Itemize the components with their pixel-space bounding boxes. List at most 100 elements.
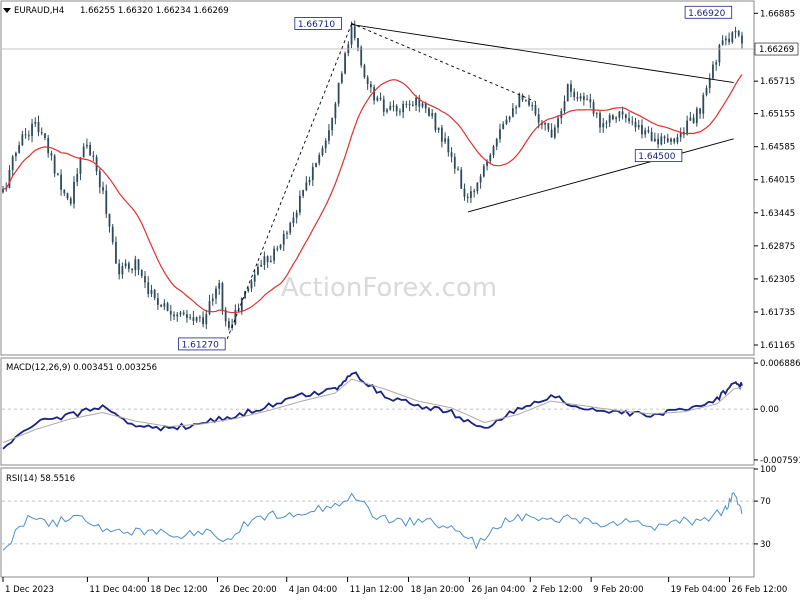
candle-body — [31, 123, 33, 137]
candle-body — [357, 38, 359, 48]
candle-body — [589, 99, 592, 103]
candle-body — [447, 138, 450, 153]
candle-body — [399, 111, 401, 113]
candle-body — [202, 317, 204, 325]
candle-body — [134, 259, 137, 271]
candle-body — [728, 38, 730, 43]
watermark: ActionForex.com — [281, 273, 497, 303]
price-annotation-label: 1.61270 — [182, 340, 219, 350]
candle-body — [537, 114, 540, 123]
candle-body — [660, 136, 663, 145]
candle-body — [253, 274, 256, 282]
candle-body — [308, 180, 311, 183]
candle-body — [421, 103, 424, 107]
candle-body — [615, 117, 618, 120]
candle-body — [453, 156, 456, 169]
candle-body — [292, 217, 295, 224]
candle-body — [344, 53, 346, 74]
candle-body — [156, 298, 159, 305]
candle-body — [699, 108, 701, 114]
candle-body — [315, 163, 317, 167]
time-tick-label: 26 Dec 20:00 — [220, 585, 277, 595]
candle-body — [505, 119, 508, 124]
candle-body — [160, 304, 163, 307]
candle-body — [389, 105, 392, 110]
candle-body — [302, 190, 305, 196]
price-annotation-label: 1.66710 — [298, 20, 335, 30]
price-tick-label: 1.61165 — [760, 341, 795, 351]
candle-body — [60, 174, 62, 190]
candle-body — [69, 198, 72, 204]
candle-body — [489, 155, 492, 162]
candle-body — [434, 113, 437, 131]
candle-body — [366, 77, 369, 85]
candle-body — [289, 223, 292, 233]
candle-body — [670, 138, 672, 142]
candle-body — [208, 301, 211, 315]
candle-body — [511, 108, 514, 117]
price-annotation-label: 1.64500 — [638, 152, 675, 162]
candle-body — [115, 242, 117, 264]
candle-body — [56, 173, 59, 175]
candle-body — [673, 138, 676, 143]
current-price-label: 1.66269 — [759, 45, 794, 55]
candle-body — [353, 26, 356, 39]
candle-body — [721, 40, 724, 45]
candle-body — [624, 114, 627, 119]
candle-body — [150, 289, 153, 294]
candle-body — [631, 121, 634, 123]
candle-body — [221, 283, 224, 310]
macd-title: MACD(12,26,9) 0.003451 0.003256 — [6, 363, 157, 373]
candle-body — [53, 155, 56, 174]
candle-body — [440, 127, 443, 142]
candle-body — [518, 95, 521, 108]
candle-body — [369, 84, 372, 88]
candle-body — [105, 190, 108, 214]
candle-body — [286, 232, 288, 234]
candle-body — [186, 314, 188, 318]
candle-body — [476, 182, 479, 192]
candle-body — [257, 266, 259, 275]
candle-body — [460, 169, 463, 189]
candle-body — [276, 248, 279, 250]
candle-body — [27, 135, 30, 137]
candle-body — [405, 103, 408, 105]
candle-body — [557, 118, 559, 128]
candle-body — [298, 195, 301, 213]
candle-body — [37, 121, 40, 133]
candle — [460, 167, 463, 189]
candle-body — [21, 134, 24, 146]
candle-body — [657, 138, 659, 145]
candle-body — [515, 107, 518, 109]
candle-body — [573, 91, 576, 98]
candle-body — [741, 35, 743, 44]
candle-body — [337, 82, 340, 104]
candle-body — [266, 256, 269, 263]
candle-body — [628, 118, 630, 122]
candle-body — [712, 64, 714, 79]
time-tick-label: 18 Dec 12:00 — [150, 585, 207, 595]
candle-body — [211, 298, 214, 302]
candle-body — [118, 263, 121, 275]
candle-body — [250, 281, 253, 289]
candle-body — [163, 303, 166, 307]
candle-body — [428, 108, 430, 117]
time-tick-label: 19 Feb 04:00 — [671, 585, 727, 595]
candle-body — [492, 146, 495, 156]
candle-body — [450, 152, 453, 157]
price-tick-label: 1.63445 — [760, 209, 795, 219]
candle-body — [457, 168, 459, 170]
candle-body — [612, 115, 614, 120]
candle-body — [340, 73, 343, 83]
candle-body — [550, 129, 553, 138]
candle-body — [379, 97, 382, 100]
candle-body — [195, 317, 198, 321]
candle-body — [718, 44, 721, 63]
candle-body — [579, 96, 582, 99]
candle-body — [602, 123, 605, 128]
candle-body — [382, 99, 385, 112]
candle-body — [66, 193, 69, 199]
candle-body — [205, 314, 208, 325]
candle-body — [218, 283, 221, 289]
price-tick-label: 1.66885 — [760, 9, 795, 19]
